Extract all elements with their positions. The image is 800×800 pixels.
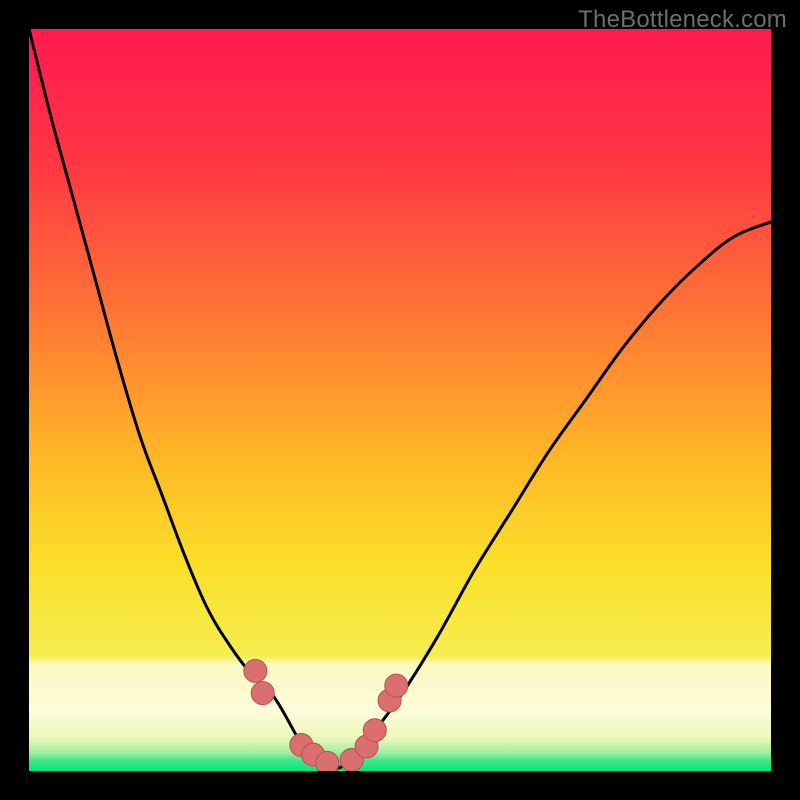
data-marker bbox=[385, 674, 408, 697]
gradient-background bbox=[29, 29, 771, 771]
data-marker bbox=[316, 751, 339, 771]
chart-svg bbox=[29, 29, 771, 771]
data-marker bbox=[251, 682, 274, 705]
watermark-text: TheBottleneck.com bbox=[578, 6, 787, 34]
chart-frame: TheBottleneck.com bbox=[0, 0, 800, 800]
chart-plot-area bbox=[29, 29, 771, 771]
data-marker bbox=[363, 719, 386, 742]
data-marker bbox=[244, 659, 267, 682]
